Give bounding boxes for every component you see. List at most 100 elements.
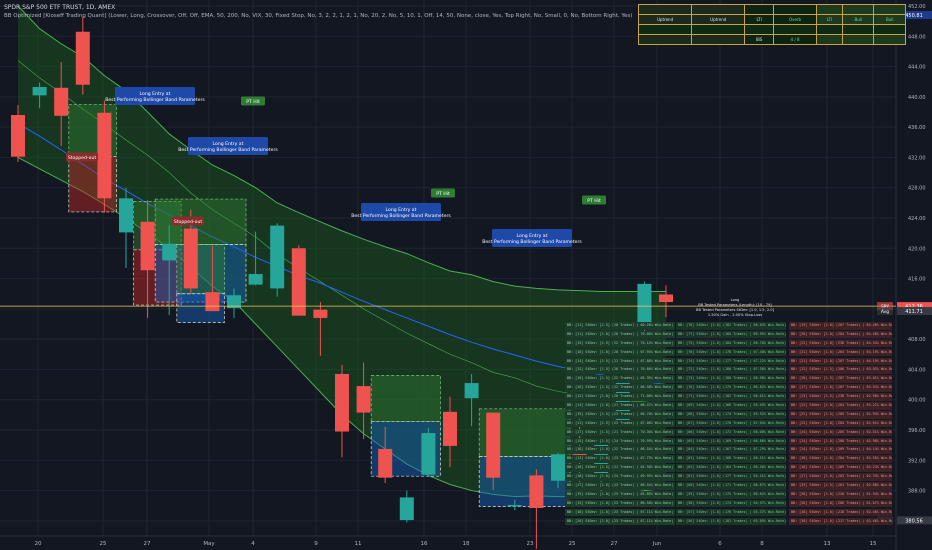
- candle-body: [486, 412, 501, 478]
- candle-body: [659, 294, 673, 303]
- candle-body: [421, 433, 436, 475]
- bb-result-row: BB: [17] StDev: [1.0] (23 Trades) | 66.5…: [565, 482, 675, 490]
- stats-cell: LTI: [816, 14, 844, 25]
- bb-result-row: BB: [15] StDev: [1.0] (23 Trades) | 66.5…: [565, 499, 675, 508]
- stats-row: [637, 24, 906, 35]
- candle-body: [313, 309, 328, 318]
- bb-summary-line: 1.50% Gain - 2.00% Stop-Loss: [707, 313, 763, 317]
- candle-body: [464, 383, 479, 399]
- bb-result-row: BB: [69] StDev: [1.0] (166 Trades) | 65.…: [676, 402, 786, 410]
- trade-callout-text: PT Hit: [246, 99, 260, 105]
- bb-result-row: BB: [21] StDev: [1.0] (207 Trades) | 64.…: [789, 357, 892, 366]
- stats-cell: [744, 4, 774, 15]
- bb-result-row: BB: [30] StDev: [1.0] (217 Trades) | 62.…: [789, 517, 892, 526]
- y-tick-label: 440.00: [908, 95, 926, 101]
- bb-result-row: BB: [10] StDev: [1.0] (20 Trades) | 67.9…: [565, 348, 675, 357]
- x-tick-label: 27: [144, 541, 151, 547]
- bb-result-row: BB: [22] StDev: [1.5] (205 Trades) | 62.…: [789, 410, 892, 419]
- stats-cell: [691, 34, 746, 45]
- x-tick-label: 15: [870, 541, 877, 547]
- candle-body: [291, 248, 306, 316]
- bb-result-row: BB: [68] StDev: [1.0] (174 Trades) | 65.…: [676, 410, 786, 419]
- stats-cell: 4 / 8: [772, 34, 818, 45]
- bb-result-row: BB: [24] StDev: [1.0] (208 Trades) | 62.…: [789, 437, 892, 446]
- bb-result-row: BB: [71] StDev: [1.0] (182 Trades) | 66.…: [676, 393, 786, 401]
- candle-body: [378, 448, 393, 478]
- y-tick-label: 416.00: [908, 277, 926, 283]
- bb-result-row: BB: [73] StDev: [1.0] (180 Trades) | 66.…: [676, 375, 786, 383]
- x-tick-label: 6: [718, 541, 722, 547]
- stats-cell: [816, 34, 844, 45]
- bb-result-row: BB: [64] StDev: [1.0] (167 Trades) | 67.…: [676, 446, 786, 455]
- bb-result-row: BB: [18] StDev: [1.0] (209 Trades) | 62.…: [789, 464, 892, 472]
- trade-callout-text: Best Performing Bollinger Band Parameter…: [351, 213, 451, 219]
- candle-body: [97, 112, 112, 199]
- stats-cell: Uptrend: [691, 14, 746, 25]
- x-tick-label: 20: [35, 541, 42, 547]
- bb-result-row: BB: [14] StDev: [1.0] (21 Trades) | 68.4…: [565, 402, 675, 410]
- bb-result-row: BB: [74] StDev: [1.0] (177 Trades) | 67.…: [676, 357, 786, 366]
- x-tick-label: 8: [760, 541, 764, 547]
- trade-callout-text: Best Performing Bollinger Band Parameter…: [105, 97, 205, 103]
- bb-result-row: BB: [13] StDev: [1.5] (22 Trades) | 70.1…: [565, 339, 675, 348]
- bb-result-row: BB: [58] StDev: [1.0] (174 Trades) | 64.…: [676, 499, 786, 508]
- bb-result-row: BB: [24] StDev: [1.0] (205 Trades) | 62.…: [789, 428, 892, 437]
- bb-result-row: BB: [11] StDev: [1.5] (23 Trades) | 67.0…: [565, 419, 675, 428]
- stats-table: Uptrend Uptrend LTI Overb LTI Bull Bull IBS 4 / …: [637, 4, 906, 45]
- bb-result-row: BB: [22] StDev: [1.5] (206 Trades) | 63.…: [789, 366, 892, 375]
- bb-result-row: BB: [30] StDev: [1.0] (204 Trades) | 62.…: [789, 455, 892, 463]
- bb-result-row: BB: [22] StDev: [1.0] (204 Trades) | 63.…: [789, 402, 892, 410]
- y-tick-label: 400.00: [908, 398, 926, 404]
- candle-body: [356, 386, 371, 413]
- stats-cell: [744, 24, 774, 35]
- bb-result-row: BB: [12] StDev: [1.0] (20 Trades) | 71.0…: [565, 393, 675, 401]
- candle-body: [140, 221, 155, 271]
- candle-body: [443, 411, 457, 446]
- x-tick-label: 9: [314, 541, 318, 547]
- bb-result-row: BB: [77] StDev: [1.0] (184 Trades) | 66.…: [676, 330, 786, 339]
- bb-result-row: BB: [11] StDev: [1.0] (20 Trades) | 70.0…: [565, 330, 675, 339]
- bb-result-row: BB: [78] StDev: [1.0] (182 Trades) | 66.…: [676, 322, 786, 330]
- y-tick-label: 392.00: [908, 458, 926, 464]
- bb-result-row: BB: [22] StDev: [1.0] (236 Trades) | 64.…: [789, 339, 892, 348]
- trade-callout-text: Long Entry at: [213, 141, 244, 147]
- bb-result-row: BB: [12] StDev: [1.5] (20 Trades) | 76.6…: [565, 366, 675, 375]
- y-tick-label: 424.00: [908, 216, 926, 222]
- bb-result-row: BB: [11] StDev: [1.5] (20 Trades) | 60.2…: [565, 322, 675, 330]
- stats-cell: [873, 34, 906, 45]
- y-tick-label: 452.00: [908, 4, 926, 10]
- candle-body: [54, 87, 69, 116]
- stats-cell: LTI: [744, 14, 774, 25]
- bb-result-row: BB: [62] StDev: [1.0] (164 Trades) | 66.…: [676, 464, 786, 472]
- candle-body: [75, 31, 90, 85]
- stats-cell: [691, 24, 746, 35]
- candle-body: [248, 274, 263, 285]
- bb-results-column-3: BB: [19] StDev: [1.0] (207 Trades) | 64.…: [789, 322, 892, 526]
- stats-cell: Bull: [873, 14, 906, 25]
- bb-result-row: BB: [59] StDev: [1.0] (175 Trades) | 66.…: [676, 490, 786, 499]
- candle-body: [507, 504, 522, 507]
- stats-row: [637, 4, 906, 15]
- low-price-marker-text: 380.56: [905, 518, 923, 524]
- bb-result-row: BB: [28] StDev: [1.0] (210 Trades) | 62.…: [789, 508, 892, 517]
- bb-result-row: BB: [19] StDev: [1.0] (207 Trades) | 64.…: [789, 322, 892, 330]
- stats-cell: [873, 24, 906, 35]
- bb-results-column-1: BB: [11] StDev: [1.5] (20 Trades) | 60.2…: [565, 322, 675, 526]
- bb-result-row: BB: [18] StDev: [1.5] (21 Trades) | 64.5…: [565, 464, 675, 472]
- stats-cell: [772, 24, 818, 35]
- bb-result-row: BB: [19] StDev: [1.0] (25 Trades) | 65.8…: [565, 490, 675, 499]
- trade-callout-text: Stopped-out: [68, 155, 97, 161]
- candle-body: [119, 198, 133, 233]
- bb-result-row: BB: [56] StDev: [1.0] (181 Trades) | 65.…: [676, 517, 786, 526]
- indicator-legend[interactable]: BB Optimized [Kioseff Trading Quant] (Lo…: [4, 13, 632, 19]
- y-tick-label: 428.00: [908, 186, 926, 192]
- trade-callout-text: PT Hit: [587, 198, 601, 204]
- x-tick-label: 23: [527, 541, 534, 547]
- trade-callout-text: Stopped-out: [174, 219, 203, 225]
- bb-result-row: BB: [18] StDev: [1.0] (23 Trades) | 67.1…: [565, 508, 675, 517]
- y-tick-label: 420.00: [908, 246, 926, 252]
- candle-body: [399, 497, 414, 521]
- bb-result-row: BB: [23] StDev: [1.5] (238 Trades) | 62.…: [789, 393, 892, 401]
- y-tick-label: 404.00: [908, 367, 926, 373]
- chart-title: SPDR S&P 500 ETF TRUST, 1D, AMEX: [4, 4, 116, 11]
